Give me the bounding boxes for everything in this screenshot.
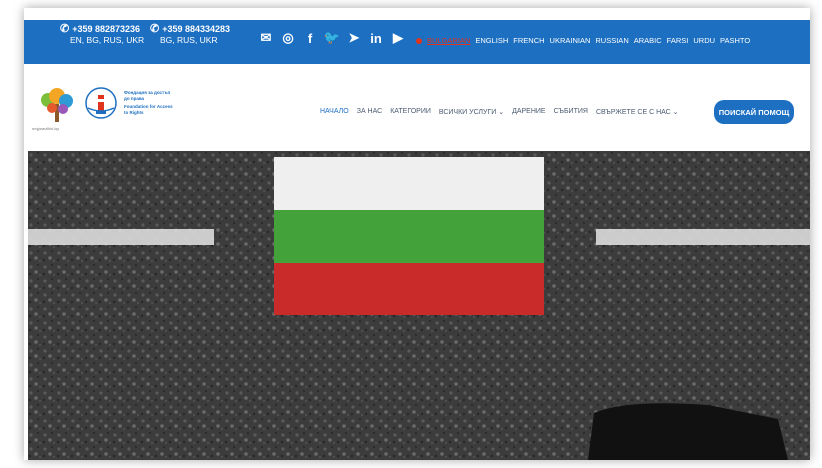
lang-french[interactable]: FRENCH xyxy=(513,36,544,45)
nav-events[interactable]: СЪБИТИЯ xyxy=(554,108,588,116)
lang-ukrainian[interactable]: UKRAINIAN xyxy=(550,36,591,45)
lang-bulgarian[interactable]: BULGARIAN xyxy=(427,36,470,45)
envelope-icon[interactable]: ✉ xyxy=(258,30,274,46)
phone-icon: ✆ xyxy=(150,23,160,35)
tree-logo-icon xyxy=(41,88,73,122)
instagram-icon[interactable]: ◎ xyxy=(280,30,296,46)
lang-pashto[interactable]: PASHTO xyxy=(720,36,750,45)
phone-langs-2: BG, RUS, UKR xyxy=(160,35,218,45)
phone-number-1: +359 882873236 xyxy=(72,24,141,34)
nav-contact[interactable]: СВЪРЖЕТЕ СЕ С НАС ⌄ xyxy=(596,108,679,116)
browser-page: ✆ +359 882873236 EN, BG, RUS, UKR ✆ +359 8… xyxy=(24,8,810,460)
phone-contact-1[interactable]: ✆ +359 882873236 EN, BG, RUS, UKR xyxy=(60,24,144,46)
language-switcher: BULGARIAN ENGLISH FRENCH UKRAINIAN RUSSI… xyxy=(416,36,750,45)
main-nav: НАЧАЛО ЗА НАС КАТЕГОРИИ ВСИЧКИ УСЛУГИ ⌄ … xyxy=(320,108,679,116)
twitter-icon[interactable]: 🐦 xyxy=(324,30,340,46)
active-language-dot-icon xyxy=(416,37,422,44)
facebook-icon[interactable]: f xyxy=(302,30,318,46)
lang-english[interactable]: ENGLISH xyxy=(475,36,508,45)
youtube-icon[interactable]: ▶ xyxy=(390,30,406,46)
lang-arabic[interactable]: ARABIC xyxy=(634,36,662,45)
logo-caption: mojpravilkhi.bg xyxy=(32,126,59,131)
nav-all-services[interactable]: ВСИЧКИ УСЛУГИ ⌄ xyxy=(439,108,504,116)
lang-farsi[interactable]: FARSI xyxy=(667,36,689,45)
request-help-button[interactable]: ПОИСКАЙ ПОМОЩ xyxy=(714,100,794,124)
foundation-logo[interactable] xyxy=(84,86,118,124)
phone-langs-1: EN, BG, RUS, UKR xyxy=(70,35,145,45)
hero-image xyxy=(28,151,810,460)
nav-about[interactable]: ЗА НАС xyxy=(357,108,382,116)
lang-russian[interactable]: RUSSIAN xyxy=(595,36,628,45)
nav-categories[interactable]: КАТЕГОРИИ xyxy=(390,108,431,116)
phone-number-2: +359 884334283 xyxy=(162,24,231,34)
top-bar: ✆ +359 882873236 EN, BG, RUS, UKR ✆ +359 8… xyxy=(24,20,810,64)
lighthouse-logo-icon xyxy=(85,87,117,119)
nav-donation[interactable]: ДАРЕНИЕ xyxy=(512,108,546,116)
phone-icon: ✆ xyxy=(60,23,70,35)
phone-contact-2[interactable]: ✆ +359 884334283 BG, RUS, UKR xyxy=(150,24,230,46)
lang-urdu[interactable]: URDU xyxy=(693,36,715,45)
social-links: ✉ ◎ f 🐦 ➤ in ▶ xyxy=(258,30,406,46)
linkedin-icon[interactable]: in xyxy=(368,30,384,46)
foundation-name-en: Foundation for Access to Rights xyxy=(124,104,173,115)
asphalt-flag-image xyxy=(28,151,810,460)
site-header: mojpravilkhi.bg Фондация за достъп до пр… xyxy=(24,64,810,152)
nav-home[interactable]: НАЧАЛО xyxy=(320,108,349,116)
site-logo[interactable]: mojpravilkhi.bg xyxy=(32,86,80,132)
foundation-name: Фондация за достъп до права Foundation f… xyxy=(124,90,174,116)
foundation-name-bg: Фондация за достъп до права xyxy=(124,90,171,101)
telegram-icon[interactable]: ➤ xyxy=(346,30,362,46)
